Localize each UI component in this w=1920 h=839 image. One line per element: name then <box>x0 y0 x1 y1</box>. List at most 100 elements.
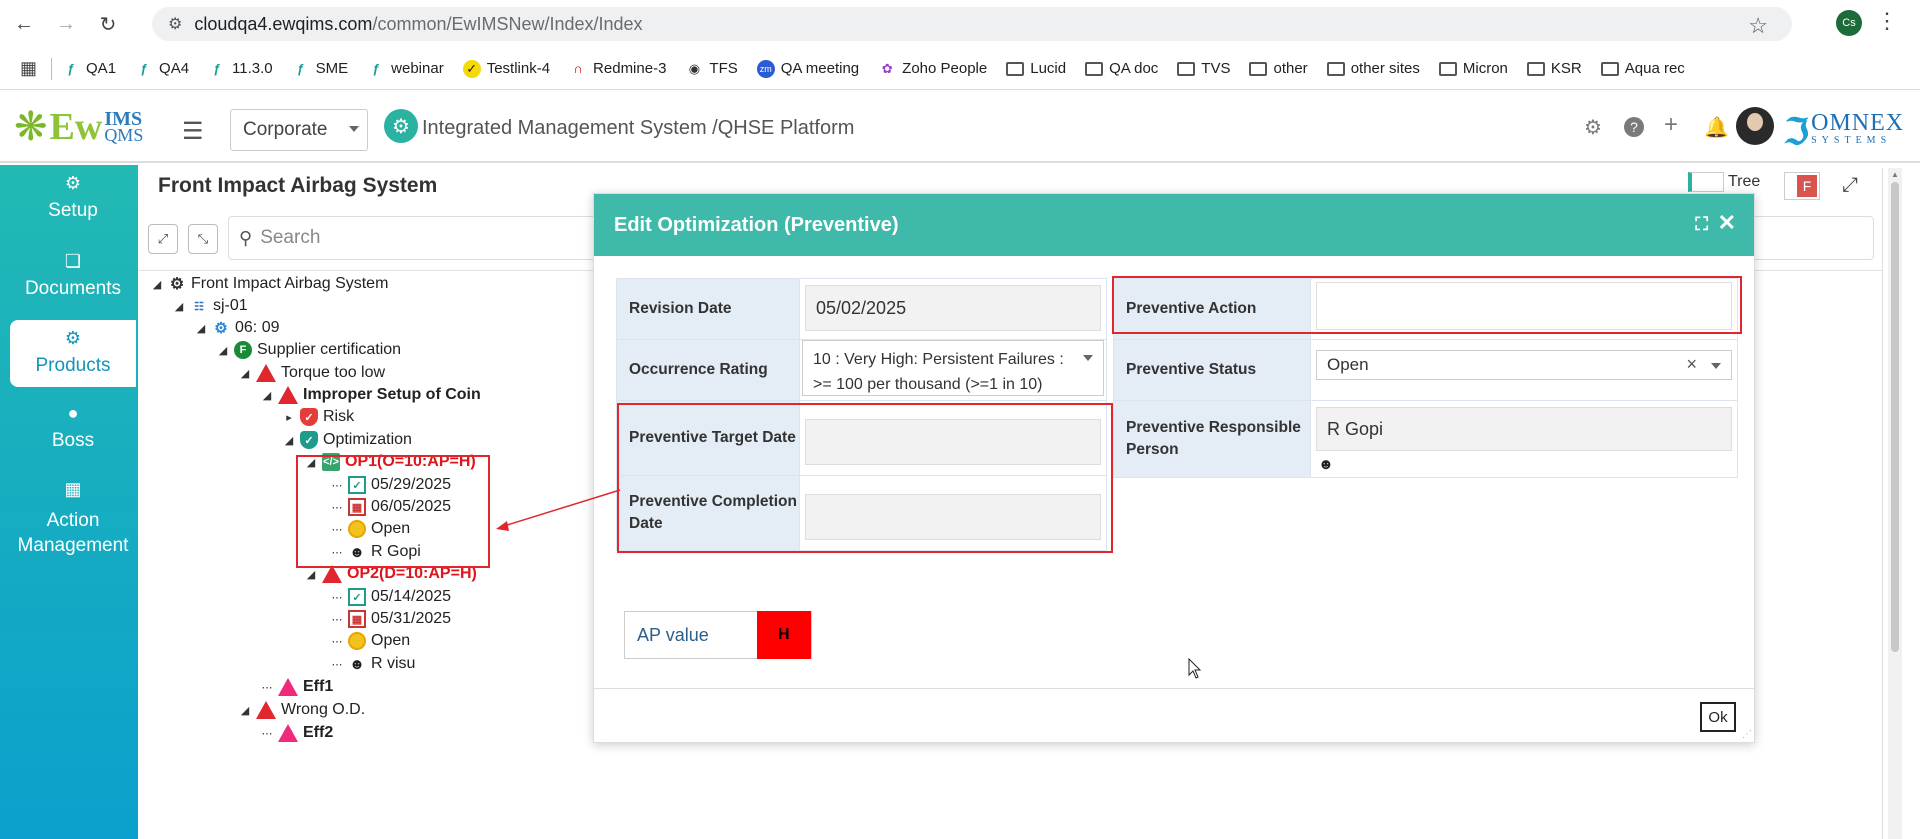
tree-node-improper[interactable]: ◢ Improper Setup of Coin <box>258 386 481 404</box>
sidebar-item-setup[interactable]: ⚙ Setup <box>10 173 136 222</box>
ewqims-logo[interactable]: ❋ Ew IMS QMS <box>14 105 143 149</box>
bookmark-tfs[interactable]: ◉ TFS <box>685 60 738 78</box>
sidebar-item-boss[interactable]: ● Boss <box>10 403 136 452</box>
tree-node-op2-person[interactable]: ⋯ ☻ R visu <box>328 655 416 673</box>
preventive-status-select[interactable]: Open × <box>1316 350 1732 380</box>
bookmark-ksr[interactable]: KSR <box>1526 60 1582 77</box>
bookmark-label: QA4 <box>159 60 190 77</box>
chevron-down-icon <box>1711 363 1721 369</box>
close-icon[interactable]: ✕ <box>1718 210 1736 236</box>
bookmark-sme[interactable]: ƒ SME <box>292 60 348 78</box>
optimization-shield-icon: ✓ <box>300 431 318 449</box>
expand-all-icon[interactable]: ⤢ <box>148 224 178 254</box>
bell-icon[interactable]: 🔔 <box>1704 115 1729 140</box>
hamburger-menu-icon[interactable]: ☰ <box>182 117 204 146</box>
tree-node-op2-date2[interactable]: ⋯ ▦ 05/31/2025 <box>328 610 451 628</box>
bookmark-1130[interactable]: ƒ 11.3.0 <box>208 60 272 78</box>
tree-node-torque[interactable]: ◢ Torque too low <box>236 364 385 382</box>
tree-node-op2-status[interactable]: ⋯ Open <box>328 632 410 650</box>
tree-node-sj[interactable]: ◢ ☷ sj-01 <box>170 297 248 315</box>
person-icon: ☻ <box>349 655 365 673</box>
tree-node-risk[interactable]: ▸ ✓ Risk <box>280 408 354 426</box>
tree-node-eff2[interactable]: ⋯ Eff2 <box>258 724 333 742</box>
sidebar-item-documents[interactable]: ❏ Documents <box>10 251 136 300</box>
bookmark-qa-doc[interactable]: QA doc <box>1085 60 1158 77</box>
tree-node-root[interactable]: ◢ ⚙ Front Impact Airbag System <box>148 275 389 293</box>
forward-icon[interactable]: → <box>48 6 84 42</box>
tree-toggle-icon[interactable]: ◢ <box>170 300 188 313</box>
bookmark-redmine[interactable]: ∩ Redmine-3 <box>569 60 666 78</box>
ok-button[interactable]: Ok <box>1700 702 1736 732</box>
bookmark-label: Zoho People <box>902 60 988 77</box>
maximize-icon[interactable]: ⛶ <box>1695 214 1708 235</box>
user-avatar[interactable] <box>1736 107 1774 145</box>
bookmark-qa1[interactable]: ƒ QA1 <box>62 60 116 78</box>
bookmark-zoho[interactable]: ✿ Zoho People <box>878 60 988 78</box>
collapse-icon[interactable]: ⤢ <box>1842 174 1858 197</box>
tree-leaf: ⋯ <box>331 591 343 604</box>
bookmark-webinar[interactable]: ƒ webinar <box>367 60 444 78</box>
bookmark-other-sites[interactable]: other sites <box>1326 60 1420 77</box>
revision-date-input[interactable]: 05/02/2025 <box>805 285 1101 331</box>
profile-avatar[interactable]: Cs <box>1836 10 1862 36</box>
bookmark-other[interactable]: other <box>1249 60 1308 77</box>
tree-node-eff1[interactable]: ⋯ Eff1 <box>258 678 333 696</box>
occurrence-rating-select[interactable]: 10 : Very High: Persistent Failures : >=… <box>802 340 1104 396</box>
collapse-all-icon[interactable]: ⤡ <box>188 224 218 254</box>
tree-toggle-icon[interactable]: ◢ <box>280 434 298 447</box>
bookmark-label: QA1 <box>86 60 117 77</box>
tree-node-label: Open <box>371 632 411 649</box>
tree-toggle-icon[interactable]: ◢ <box>214 344 232 357</box>
address-bar[interactable]: ⚙ cloudqa4.ewqims.com/common/EwIMSNew/In… <box>152 7 1792 41</box>
function-circle-icon: F <box>234 341 252 359</box>
bookmark-qa-meeting[interactable]: zm QA meeting <box>756 59 859 78</box>
tree-toggle-icon[interactable]: ◢ <box>236 367 254 380</box>
tree-toggle-icon[interactable]: ◢ <box>236 704 254 717</box>
vertical-scrollbar[interactable]: ▲ <box>1888 168 1902 839</box>
clear-icon[interactable]: × <box>1686 354 1697 375</box>
preventive-responsible-input[interactable]: R Gopi <box>1316 407 1732 451</box>
site-settings-icon[interactable]: ⚙ <box>168 14 182 34</box>
boss-icon: ● <box>67 403 79 423</box>
tree-node-optimization[interactable]: ◢ ✓ Optimization <box>280 431 412 449</box>
tree-expand-icon[interactable]: ▸ <box>280 411 298 424</box>
tree-toggle-icon[interactable]: ◢ <box>302 568 320 581</box>
browser-menu-icon[interactable]: ⋮ <box>1876 8 1898 34</box>
tree-node-op[interactable]: ◢ ⚙ 06: 09 <box>192 319 280 337</box>
apps-grid-icon[interactable]: ▦ <box>20 58 37 79</box>
settings-gear-icon[interactable]: ⚙ <box>1584 115 1602 140</box>
bookmark-qa4[interactable]: ƒ QA4 <box>135 60 189 78</box>
tree-node-label: 06: 09 <box>235 319 280 336</box>
sidebar-item-label: Action Management <box>17 510 129 556</box>
scroll-up-icon[interactable]: ▲ <box>1891 170 1899 179</box>
bookmark-lucid[interactable]: Lucid <box>1006 60 1066 77</box>
tree-node-op2-date1[interactable]: ⋯ ✓ 05/14/2025 <box>328 588 451 606</box>
add-icon[interactable]: + <box>1664 111 1678 139</box>
reload-icon[interactable]: ↻ <box>90 6 126 42</box>
bookmark-micron[interactable]: Micron <box>1438 60 1508 77</box>
sidebar-item-label: Products <box>35 355 111 376</box>
corporate-select[interactable]: Corporate <box>230 109 368 151</box>
tree-toggle-icon[interactable]: ◢ <box>258 389 276 402</box>
resize-grip-icon[interactable]: ⋰ <box>1742 729 1752 740</box>
tree-toggle-icon[interactable]: ◢ <box>148 278 166 291</box>
scrollbar-thumb[interactable] <box>1891 182 1899 652</box>
folder-icon <box>1600 61 1619 76</box>
tree-toggle-icon[interactable]: ◢ <box>192 322 210 335</box>
help-icon[interactable]: ? <box>1624 117 1644 137</box>
bookmark-star-icon[interactable]: ☆ <box>1748 13 1768 39</box>
bookmark-testlink[interactable]: ✓ Testlink-4 <box>462 59 550 78</box>
bookmark-tvs[interactable]: TVS <box>1177 60 1230 77</box>
back-icon[interactable]: ← <box>6 6 42 42</box>
sidebar-item-products[interactable]: ⚙ Products <box>10 320 136 387</box>
tree-node-supplier[interactable]: ◢ F Supplier certification <box>214 341 401 359</box>
sidebar-item-action-management[interactable]: ▦ Action Management <box>10 477 136 558</box>
toggle-switch[interactable] <box>1688 172 1724 192</box>
tree-node-wrong[interactable]: ◢ Wrong O.D. <box>236 701 365 719</box>
person-picker-icon[interactable]: ☻ <box>1318 456 1334 473</box>
tree-toggle[interactable]: Tree <box>1688 172 1760 192</box>
f-button[interactable]: F <box>1784 172 1820 200</box>
ew-icon: ƒ <box>67 60 75 76</box>
redmine-icon: ∩ <box>573 60 583 76</box>
bookmark-aqua-rec[interactable]: Aqua rec <box>1600 60 1685 77</box>
